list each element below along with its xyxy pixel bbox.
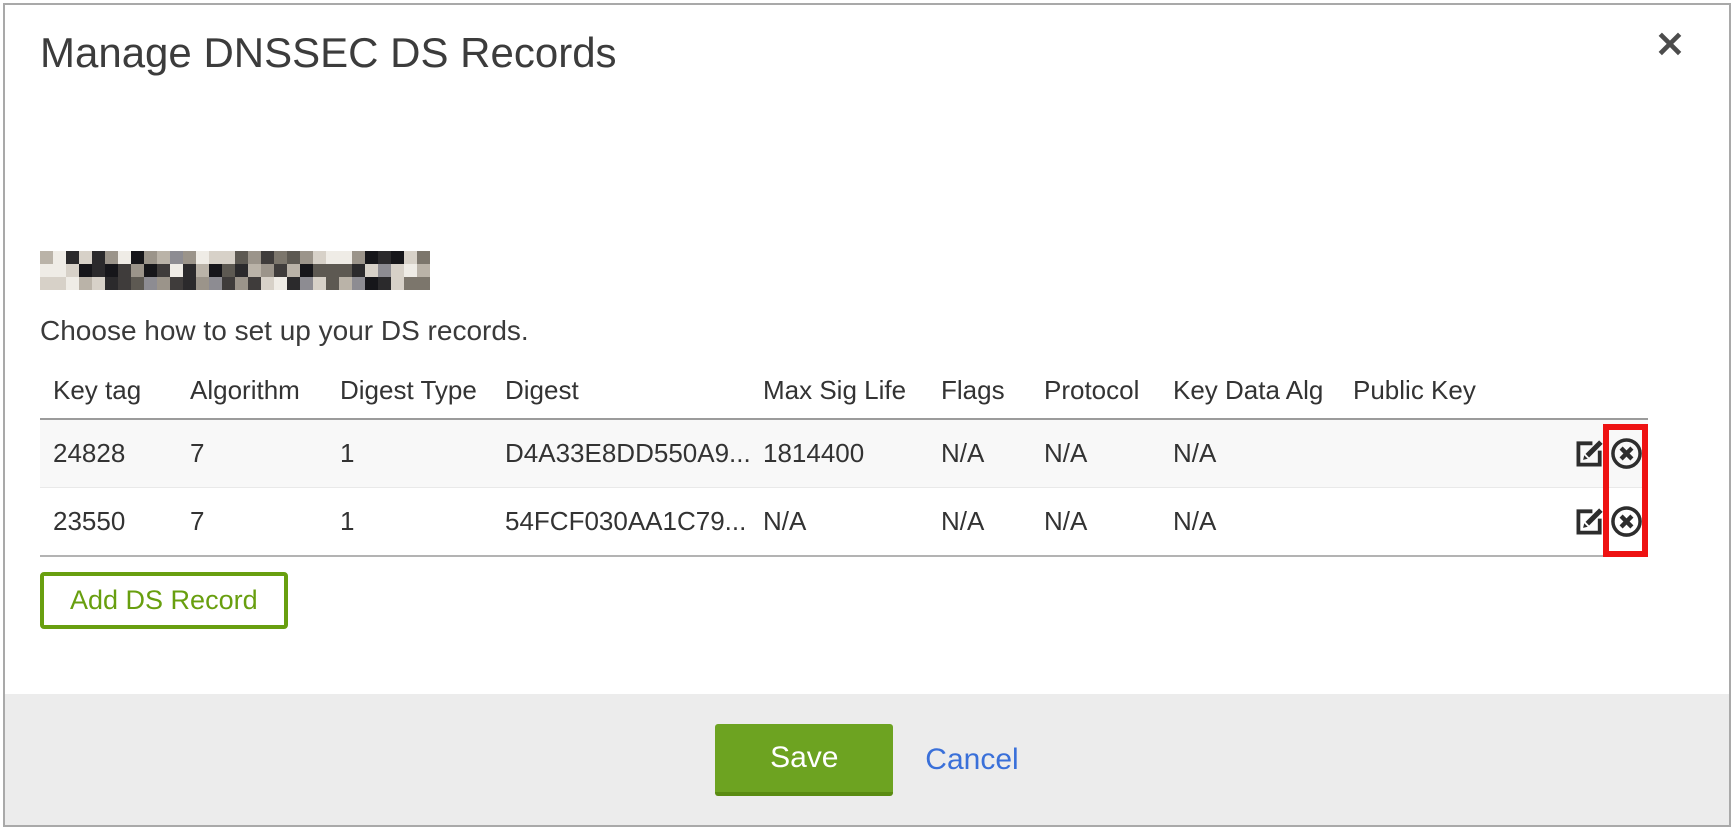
table-row: 23550 7 1 54FCF030AA1C79... N/A N/A N/A …	[40, 488, 1648, 557]
delete-x-circle-icon	[1609, 436, 1644, 471]
cell-digest-type: 1	[327, 488, 492, 557]
cell-key-tag: 24828	[40, 419, 177, 488]
cell-actions	[1553, 488, 1648, 557]
cell-actions	[1553, 419, 1648, 488]
cancel-link[interactable]: Cancel	[925, 743, 1018, 777]
column-header-max-sig-life: Max Sig Life	[750, 361, 928, 419]
cell-digest: 54FCF030AA1C79...	[492, 488, 750, 557]
cell-key-data-alg: N/A	[1160, 419, 1340, 488]
table-header-row: Key tag Algorithm Digest Type Digest Max…	[40, 361, 1648, 419]
column-header-protocol: Protocol	[1031, 361, 1160, 419]
cell-max-sig-life: N/A	[750, 488, 928, 557]
cell-public-key	[1340, 419, 1553, 488]
edit-pencil-icon	[1572, 436, 1607, 471]
column-header-public-key: Public Key	[1340, 361, 1553, 419]
dialog-footer: Save Cancel	[5, 694, 1729, 825]
save-button[interactable]: Save	[715, 724, 893, 796]
manage-dnssec-dialog: Manage DNSSEC DS Records ✕ Choose how to…	[3, 3, 1731, 827]
column-header-actions	[1553, 361, 1648, 419]
edit-record-button[interactable]	[1572, 436, 1607, 471]
edit-pencil-icon	[1572, 504, 1607, 539]
add-ds-record-button[interactable]: Add DS Record	[40, 572, 288, 629]
cell-flags: N/A	[928, 419, 1031, 488]
column-header-digest: Digest	[492, 361, 750, 419]
cell-algorithm: 7	[177, 488, 327, 557]
column-header-key-tag: Key tag	[40, 361, 177, 419]
cell-flags: N/A	[928, 488, 1031, 557]
setup-instruction: Choose how to set up your DS records.	[40, 315, 529, 347]
cell-digest: D4A33E8DD550A9...	[492, 419, 750, 488]
edit-record-button[interactable]	[1572, 504, 1607, 539]
column-header-algorithm: Algorithm	[177, 361, 327, 419]
column-header-flags: Flags	[928, 361, 1031, 419]
ds-records-table: Key tag Algorithm Digest Type Digest Max…	[40, 361, 1648, 557]
close-icon[interactable]: ✕	[1651, 23, 1689, 67]
delete-x-circle-icon	[1609, 504, 1644, 539]
cell-digest-type: 1	[327, 419, 492, 488]
column-header-digest-type: Digest Type	[327, 361, 492, 419]
cell-protocol: N/A	[1031, 488, 1160, 557]
cell-max-sig-life: 1814400	[750, 419, 928, 488]
cell-key-tag: 23550	[40, 488, 177, 557]
delete-record-button[interactable]	[1609, 504, 1644, 539]
table-row: 24828 7 1 D4A33E8DD550A9... 1814400 N/A …	[40, 419, 1648, 488]
column-header-key-data-alg: Key Data Alg	[1160, 361, 1340, 419]
delete-record-button[interactable]	[1609, 436, 1644, 471]
redacted-domain-name	[40, 251, 430, 290]
page-title: Manage DNSSEC DS Records	[40, 29, 617, 77]
cell-key-data-alg: N/A	[1160, 488, 1340, 557]
cell-public-key	[1340, 488, 1553, 557]
cell-protocol: N/A	[1031, 419, 1160, 488]
cell-algorithm: 7	[177, 419, 327, 488]
